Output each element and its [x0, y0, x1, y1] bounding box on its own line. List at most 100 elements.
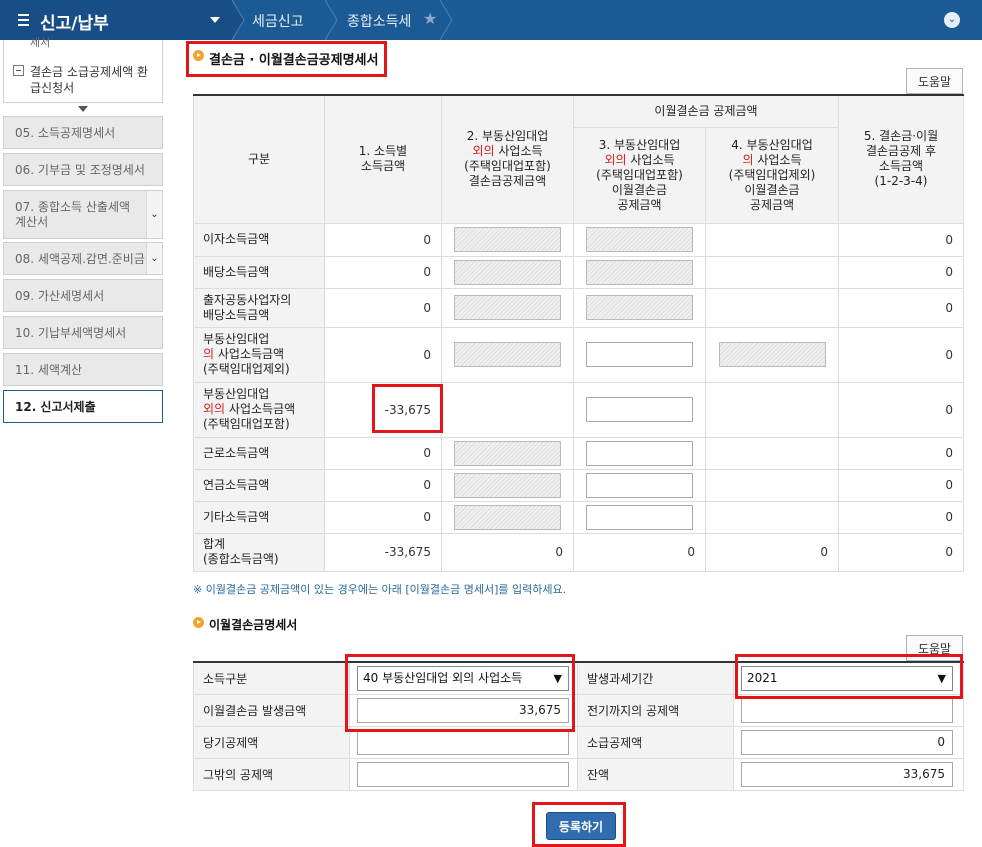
tax-period-label: 발생과세기간 — [577, 661, 734, 695]
sidebar-item-07[interactable]: 07. 종합소득 산출세액계산서 ⌄ — [3, 190, 163, 239]
disabled-input — [586, 295, 693, 320]
row-result-amount: 0 — [838, 287, 964, 328]
current-deduction-input[interactable] — [357, 729, 569, 755]
row-income-amount: 0 — [324, 436, 442, 470]
row-result-amount: 0 — [838, 436, 964, 470]
caret-down-icon[interactable] — [210, 17, 220, 23]
breadcrumb-separator-icon — [440, 0, 453, 40]
table-row: 근로소득금액 0 0 — [193, 436, 964, 470]
disabled-input — [586, 227, 693, 252]
breadcrumb-tax-filing[interactable]: 세금신고 — [252, 11, 304, 31]
total-col3: 0 — [573, 532, 706, 572]
carryback-label: 소급공제액 — [577, 725, 734, 759]
other-deduction-label: 그밖의 공제액 — [193, 757, 350, 791]
collapse-minus-icon[interactable] — [13, 65, 24, 76]
favorite-star-icon[interactable]: ★ — [423, 9, 437, 28]
total-col4: 0 — [705, 532, 839, 572]
row-label: 연금소득금액 — [193, 468, 325, 502]
carryback-input[interactable]: 0 — [741, 729, 953, 755]
other-deduction-input[interactable] — [357, 761, 569, 787]
row-label: 출자공동사업자의 배당소득금액 — [193, 287, 325, 328]
row-label: 배당소득금액 — [193, 255, 325, 289]
chevron-down-icon[interactable]: ⌄ — [146, 243, 162, 274]
section-title-loss-deduction: 결손금 · 이월결손금공제명세서 — [209, 53, 379, 68]
sidebar-item-12[interactable]: 12. 신고서제출 — [3, 390, 163, 423]
sidebar-item-09[interactable]: 09. 가산세명세서 — [3, 279, 163, 312]
current-deduction-label: 당기공제액 — [193, 725, 350, 759]
table-row: 배당소득금액 0 0 — [193, 255, 964, 289]
row-income-amount: 0 — [324, 287, 442, 328]
row-label: 기타소득금액 — [193, 500, 325, 534]
balance-label: 잔액 — [577, 757, 734, 791]
header-col3: 3. 부동산임대업 외의 사업소득 (주택임대업포함) 이월결손금 공제금액 — [573, 126, 706, 224]
section-bullet-icon — [193, 50, 204, 61]
sidebar-item-06[interactable]: 06. 기부금 및 조정명세서 — [3, 153, 163, 186]
sidebar: 세서 결손금 소급공제세액 환급신청서 05. 소득공제명세서 06. 기부금 … — [0, 36, 168, 847]
chevron-down-icon: ▼ — [937, 671, 946, 685]
deduction-input[interactable] — [586, 342, 693, 367]
loss-amount-input[interactable]: 33,675 — [357, 697, 569, 723]
sidebar-item-05[interactable]: 05. 소득공제명세서 — [3, 116, 163, 149]
total-col2: 0 — [441, 532, 574, 572]
top-navigation-bar: 신고/납부 세금신고 종합소득세 ★ ⌄ — [0, 0, 982, 40]
total-income-amount: -33,675 — [324, 532, 442, 572]
row-result-amount: 0 — [838, 222, 964, 257]
instruction-note: ※ 이월결손금 공제금액이 있는 경우에는 아래 [이월결손금 명세서]를 입력… — [193, 583, 567, 596]
table-row: 부동산임대업 의 사업소득금액 (주택임대업제외) 0 0 — [193, 326, 964, 383]
clipped-text: 세서 — [30, 36, 51, 49]
disabled-input — [454, 440, 561, 466]
deduction-input[interactable] — [586, 504, 693, 530]
header-carryover-group: 이월결손금 공제금액 — [573, 94, 839, 128]
sidebar-item-10[interactable]: 10. 기납부세액명세서 — [3, 316, 163, 349]
section-title-carryover-statement: 이월결손금명세서 — [209, 618, 298, 632]
disabled-input — [454, 295, 561, 320]
prior-deduction-input[interactable] — [741, 697, 953, 723]
header-category: 구분 — [193, 94, 325, 224]
tax-period-select[interactable]: 2021 ▼ — [741, 665, 953, 691]
table-row: 이자소득금액 0 0 — [193, 222, 964, 257]
breadcrumb-income-tax[interactable]: 종합소득세 — [347, 11, 411, 31]
total-label: 합계 (종합소득금액) — [193, 532, 325, 572]
breadcrumb-separator-icon — [325, 0, 338, 40]
carryover-loss-form: 소득구분 40 부동산임대업 외의 사업소득 ▼ 발생과세기간 2021 ▼ 이… — [193, 661, 964, 791]
row-result-amount: 0 — [838, 255, 964, 289]
balance-input[interactable]: 33,675 — [741, 761, 953, 787]
chevron-down-circle-icon[interactable]: ⌄ — [944, 12, 960, 28]
row-income-amount: 0 — [324, 468, 442, 502]
triangle-down-icon — [78, 106, 88, 112]
hamburger-icon[interactable] — [18, 14, 29, 26]
row-label: 부동산임대업 외의 사업소득금액 (주택임대업포함) — [193, 381, 325, 438]
help-button[interactable]: 도움말 — [906, 68, 963, 94]
sidebar-item-11[interactable]: 11. 세액계산 — [3, 353, 163, 386]
disabled-input — [586, 259, 693, 285]
sidebar-subitem-carryback-refund[interactable]: 결손금 소급공제세액 환급신청서 — [30, 64, 150, 96]
row-income-amount: 0 — [324, 222, 442, 257]
table-row: 연금소득금액 0 0 — [193, 468, 964, 502]
menu-title[interactable]: 신고/납부 — [40, 9, 109, 34]
total-row: 합계 (종합소득금액) -33,675 0 0 0 0 — [193, 532, 964, 572]
row-label: 근로소득금액 — [193, 436, 325, 470]
header-col4: 4. 부동산임대업 의 사업소득 (주택임대업제외) 이월결손금 공제금액 — [705, 126, 839, 224]
row-income-amount: 0 — [324, 255, 442, 289]
table-row: 기타소득금액 0 0 — [193, 500, 964, 534]
income-type-select[interactable]: 40 부동산임대업 외의 사업소득 ▼ — [357, 665, 569, 691]
disabled-input — [454, 227, 561, 252]
sidebar-item-08[interactable]: 08. 세액공제.감면.준비금 ⌄ — [3, 242, 163, 275]
disabled-input — [454, 472, 561, 498]
prior-deduction-label: 전기까지의 공제액 — [577, 693, 734, 727]
chevron-down-icon[interactable]: ⌄ — [146, 191, 162, 238]
row-result-amount: 0 — [838, 500, 964, 534]
deduction-input[interactable] — [586, 397, 693, 422]
income-type-label: 소득구분 — [193, 661, 350, 695]
header-col5: 5. 결손금·이월 결손금공제 후 소득금액 (1-2-3-4) — [838, 94, 964, 224]
disabled-input — [454, 504, 561, 530]
register-button[interactable]: 등록하기 — [546, 812, 616, 840]
table-row: 부동산임대업 외의 사업소득금액 (주택임대업포함) -33,675 0 — [193, 381, 964, 438]
help-button[interactable]: 도움말 — [906, 635, 963, 661]
deduction-input[interactable] — [586, 440, 693, 466]
deduction-input[interactable] — [586, 472, 693, 498]
chevron-down-icon: ▼ — [553, 671, 562, 685]
breadcrumb-separator-icon — [232, 0, 245, 40]
row-result-amount: 0 — [838, 468, 964, 502]
header-col2: 2. 부동산임대업 외의 사업소득 (주택임대업포함) 결손금공제금액 — [441, 94, 574, 224]
